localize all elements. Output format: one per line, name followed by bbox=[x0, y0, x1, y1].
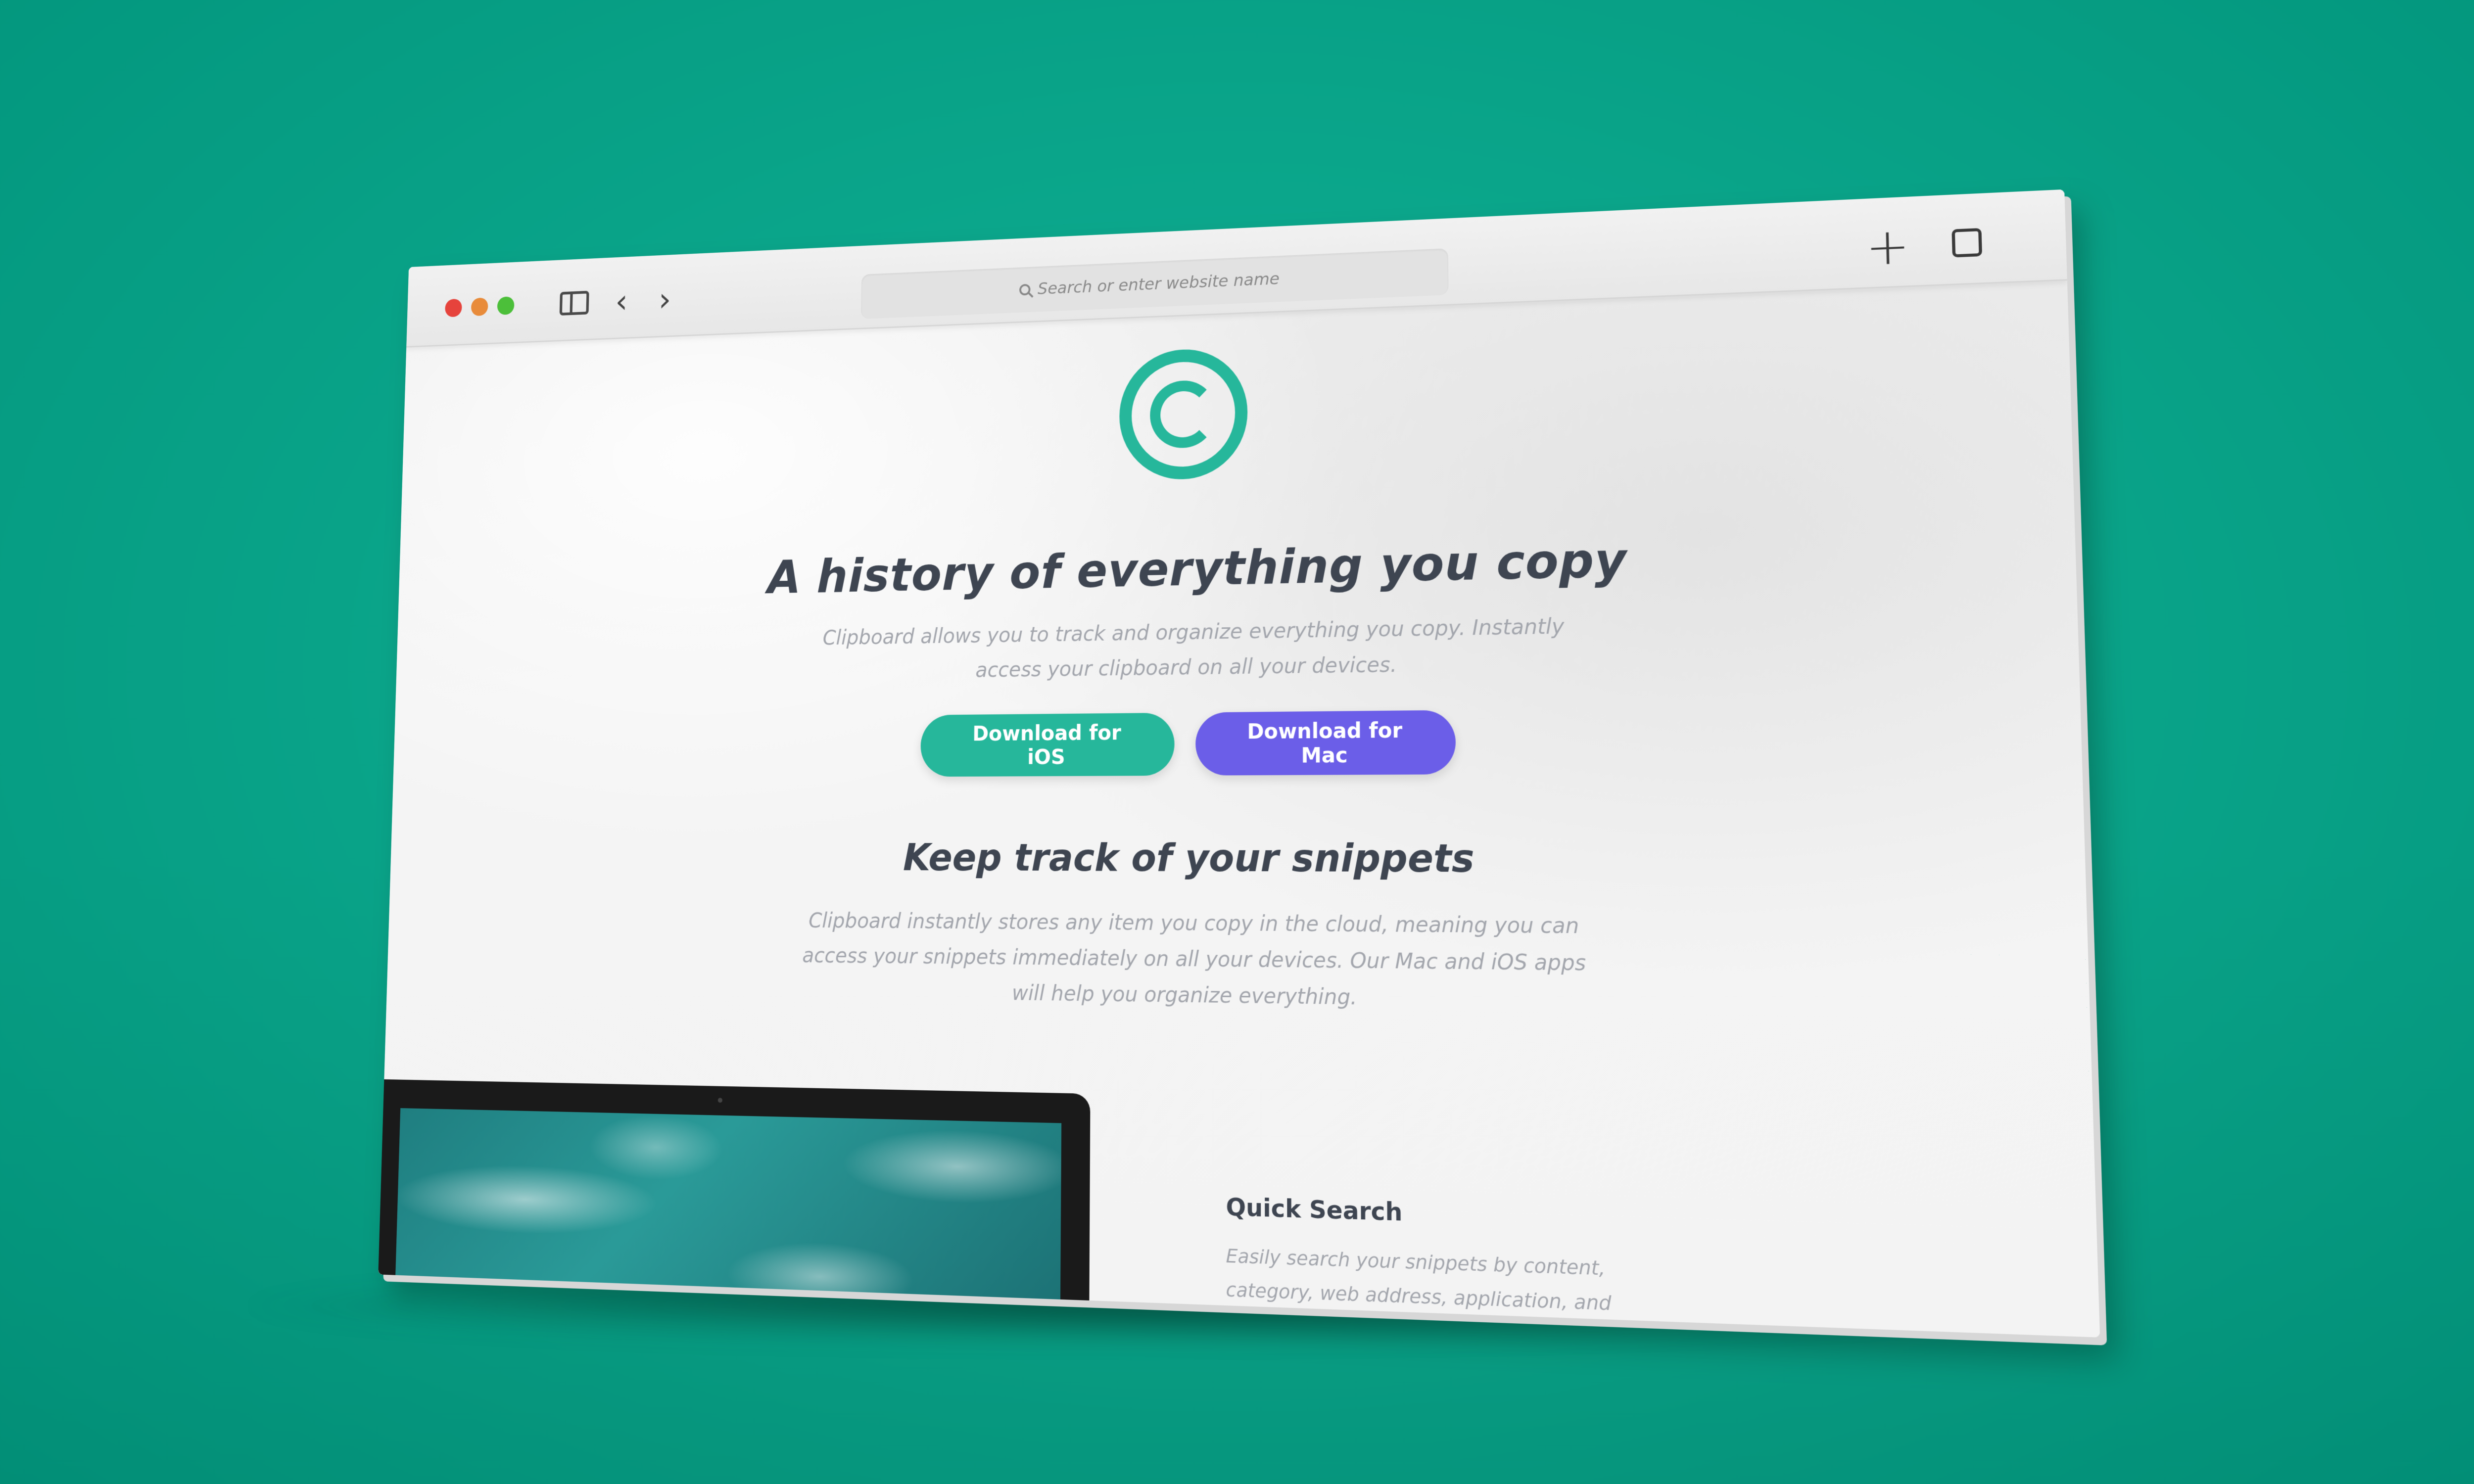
tabs-icon[interactable] bbox=[1948, 224, 1986, 261]
close-window-button[interactable] bbox=[445, 298, 462, 318]
laptop-screen-panel bbox=[578, 1296, 862, 1338]
zoom-window-button[interactable] bbox=[497, 296, 515, 315]
address-placeholder: Search or enter website name bbox=[1038, 269, 1280, 299]
sidebar-icon[interactable] bbox=[559, 286, 590, 320]
hero-description: Clipboard allows you to track and organi… bbox=[822, 614, 1565, 682]
download-mac-button[interactable]: Download for Mac bbox=[1195, 710, 1456, 776]
snippets-title: Keep track of your snippets bbox=[903, 835, 1475, 881]
snippets-description: Clipboard instantly stores any item you … bbox=[802, 908, 1586, 1010]
address-bar[interactable]: Search or enter website name bbox=[861, 248, 1449, 319]
browser-window: ‹ › Search or enter website name + A his… bbox=[378, 189, 2100, 1338]
chevron-right-icon[interactable]: › bbox=[649, 280, 680, 319]
laptop-camera bbox=[717, 1098, 723, 1103]
stage: ‹ › Search or enter website name + A his… bbox=[0, 0, 2474, 1484]
plus-icon[interactable]: + bbox=[1865, 216, 1910, 277]
chevron-left-icon[interactable]: ‹ bbox=[606, 282, 637, 321]
search-icon bbox=[1019, 283, 1031, 296]
quick-search-description: Easily search your snippets by content, … bbox=[1226, 1244, 1612, 1337]
laptop-screen-ocean-image bbox=[394, 1108, 1062, 1338]
minimize-window-button[interactable] bbox=[471, 297, 488, 317]
download-ios-button[interactable]: Download for iOS bbox=[920, 712, 1175, 777]
laptop-mockup-image bbox=[378, 1079, 1091, 1338]
quick-search-title: Quick Search bbox=[1226, 1193, 1403, 1227]
window-controls bbox=[445, 296, 515, 318]
